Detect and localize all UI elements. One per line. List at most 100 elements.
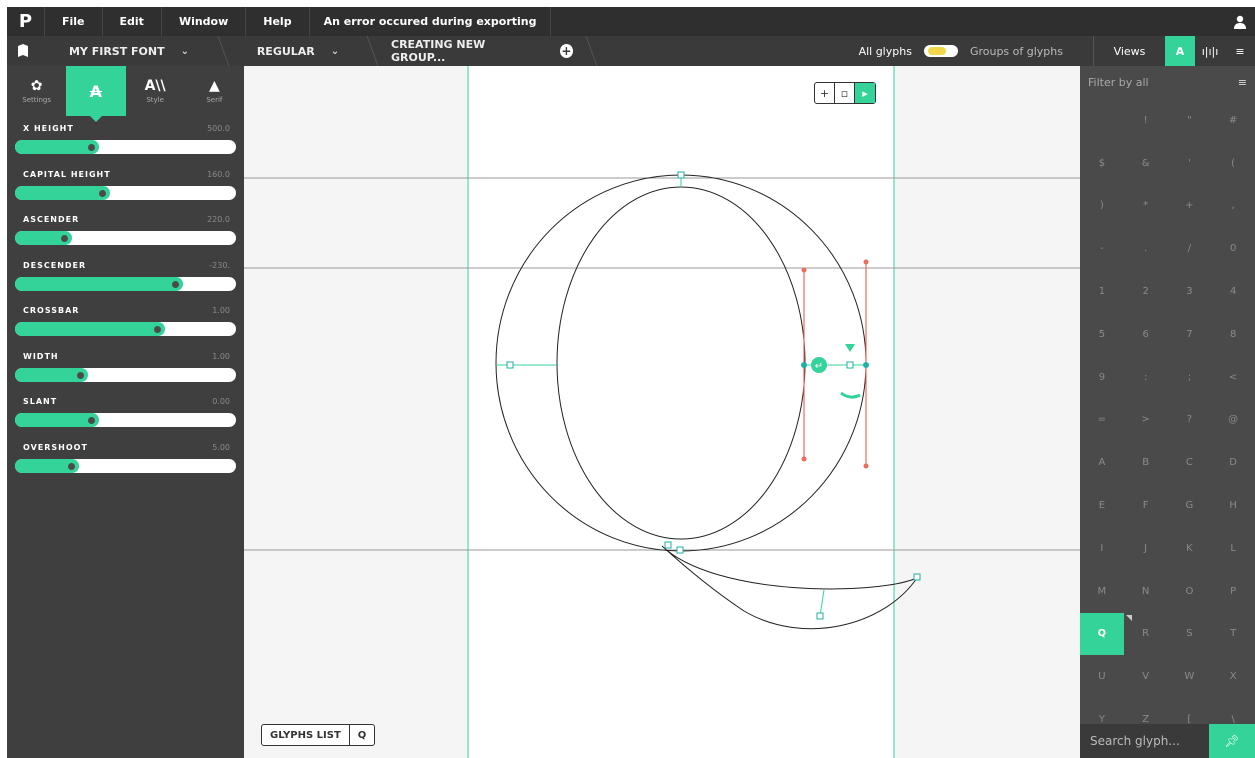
glyph-cell[interactable]: O — [1168, 570, 1212, 613]
glyph-canvas[interactable]: ↵ + ▫ ▸ GLYPHS LIST Q — [244, 66, 1080, 758]
glyph-cell[interactable]: F — [1124, 484, 1168, 527]
glyph-cell[interactable]: * — [1124, 185, 1168, 228]
tab-metrics[interactable]: A — [66, 66, 126, 122]
slider-track[interactable] — [15, 231, 236, 245]
glyph-cell[interactable]: R — [1124, 613, 1168, 656]
glyph-cell[interactable]: W — [1168, 655, 1212, 698]
glyph-cell[interactable]: G — [1168, 484, 1212, 527]
current-glyph-label[interactable]: Q — [348, 725, 375, 745]
glyph-mode-toggle[interactable] — [923, 45, 958, 57]
glyph-cell[interactable]: K — [1168, 527, 1212, 570]
slider-knob[interactable] — [99, 189, 106, 197]
glyphs-list-button[interactable]: GLYPHS LIST Q — [261, 724, 376, 746]
glyph-cell[interactable]: P — [1211, 570, 1255, 613]
move-tool-icon[interactable]: + — [815, 83, 835, 103]
glyph-cell[interactable]: H — [1211, 484, 1255, 527]
view-list-button[interactable]: ≡ — [1225, 36, 1255, 66]
slider-track[interactable] — [15, 367, 236, 382]
slider-knob[interactable] — [68, 462, 75, 470]
glyph-cell[interactable]: - — [1080, 227, 1124, 270]
slider-track[interactable] — [15, 140, 236, 154]
menu-window[interactable]: Window — [162, 7, 247, 36]
glyph-cell[interactable]: L — [1211, 527, 1255, 570]
glyph-cell[interactable]: I — [1080, 527, 1124, 570]
slider-knob[interactable] — [88, 144, 95, 151]
glyph-cell[interactable]: D — [1211, 441, 1255, 484]
glyph-cell[interactable]: > — [1124, 399, 1168, 442]
menu-file[interactable]: File — [45, 7, 103, 36]
view-bars-button[interactable]: ı|ı|ı — [1195, 36, 1225, 66]
font-book-icon[interactable] — [7, 36, 39, 66]
glyph-cell[interactable]: 6 — [1124, 313, 1168, 356]
glyph-cell[interactable]: , — [1211, 185, 1255, 228]
glyph-cell[interactable]: 3 — [1168, 270, 1212, 313]
group-creator[interactable]: CREATING NEW GROUP... + — [377, 36, 587, 66]
glyph-cell[interactable]: J — [1124, 527, 1168, 570]
slider-knob[interactable] — [88, 417, 95, 424]
glyph-cell[interactable]: : — [1124, 356, 1168, 399]
add-group-icon[interactable]: + — [559, 44, 573, 58]
slider-knob[interactable] — [61, 235, 68, 242]
glyph-cell[interactable]: @ — [1211, 399, 1255, 442]
shape-tool-icon[interactable]: ▫ — [835, 83, 855, 103]
all-glyphs-label[interactable]: All glyphs — [853, 36, 918, 66]
glyph-cell[interactable]: Q — [1080, 612, 1124, 656]
glyph-cell[interactable]: " — [1168, 99, 1212, 142]
menu-edit[interactable]: Edit — [103, 7, 162, 36]
glyph-cell[interactable]: U — [1080, 655, 1124, 698]
glyph-cell[interactable]: T — [1211, 613, 1255, 656]
pin-icon[interactable]: 📌︎ — [1209, 724, 1255, 758]
slider-track[interactable] — [15, 458, 236, 473]
glyph-cell[interactable]: . — [1124, 227, 1168, 270]
glyph-cell[interactable]: ? — [1168, 399, 1212, 442]
font-selector[interactable]: MY FIRST FONT ⌄ — [39, 36, 219, 66]
glyph-cell[interactable]: # — [1211, 99, 1255, 142]
menu-icon[interactable]: ≡ — [1238, 76, 1247, 89]
tab-settings[interactable]: ✿ Settings — [7, 66, 66, 116]
glyph-cell[interactable]: 8 — [1211, 313, 1255, 356]
view-glyph-button[interactable]: A — [1165, 36, 1195, 66]
glyph-cell[interactable]: 7 — [1168, 313, 1212, 356]
glyph-cell[interactable]: 5 — [1080, 313, 1124, 356]
slider-track[interactable] — [15, 413, 236, 427]
glyph-cell[interactable]: ! — [1124, 99, 1168, 142]
app-logo[interactable]: P — [7, 7, 45, 36]
glyph-cell[interactable]: M — [1080, 570, 1124, 613]
glyph-cell[interactable]: A — [1080, 441, 1124, 484]
slider-knob[interactable] — [154, 326, 161, 333]
glyph-cell[interactable]: ( — [1211, 142, 1255, 185]
glyph-cell[interactable]: < — [1211, 356, 1255, 399]
glyph-cell[interactable]: ; — [1168, 356, 1212, 399]
slider-knob[interactable] — [172, 280, 179, 288]
menu-help[interactable]: Help — [246, 7, 310, 36]
glyph-cell[interactable]: $ — [1080, 142, 1124, 185]
groups-of-glyphs-label[interactable]: Groups of glyphs — [964, 36, 1069, 66]
glyph-cell[interactable]: X — [1211, 655, 1255, 698]
tab-serif[interactable]: ▲ Serif — [185, 66, 244, 116]
glyph-cell[interactable]: 9 — [1080, 356, 1124, 399]
glyph-cell[interactable]: B — [1124, 441, 1168, 484]
glyphs-list-label[interactable]: GLYPHS LIST — [262, 725, 349, 745]
glyph-cell[interactable]: 1 — [1080, 270, 1124, 313]
glyph-cell[interactable]: 4 — [1211, 270, 1255, 313]
glyph-cell[interactable]: E — [1080, 484, 1124, 527]
glyph-cell[interactable]: 2 — [1124, 270, 1168, 313]
filter-bar[interactable]: Filter by all ≡ — [1080, 66, 1255, 99]
slider-track[interactable] — [15, 322, 236, 336]
glyph-cell[interactable]: V — [1124, 655, 1168, 698]
glyph-cell[interactable]: 0 — [1211, 227, 1255, 270]
slider-knob[interactable] — [77, 371, 84, 379]
style-selector[interactable]: REGULAR ⌄ — [228, 36, 368, 66]
glyph-cell[interactable]: C — [1168, 441, 1212, 484]
glyph-cell[interactable]: S — [1168, 613, 1212, 656]
glyph-cell[interactable]: ) — [1080, 185, 1124, 228]
slider-track[interactable] — [15, 276, 236, 291]
search-input[interactable]: Search glyph... — [1080, 734, 1209, 748]
glyph-cell[interactable] — [1080, 99, 1124, 142]
tab-style[interactable]: A\\ Style — [126, 66, 185, 116]
error-message[interactable]: An error occured during exporting — [310, 7, 552, 36]
glyph-cell[interactable]: N — [1124, 570, 1168, 613]
glyph-cell[interactable]: = — [1080, 399, 1124, 442]
glyph-cell[interactable]: ' — [1168, 142, 1212, 185]
slider-track[interactable] — [15, 185, 236, 200]
